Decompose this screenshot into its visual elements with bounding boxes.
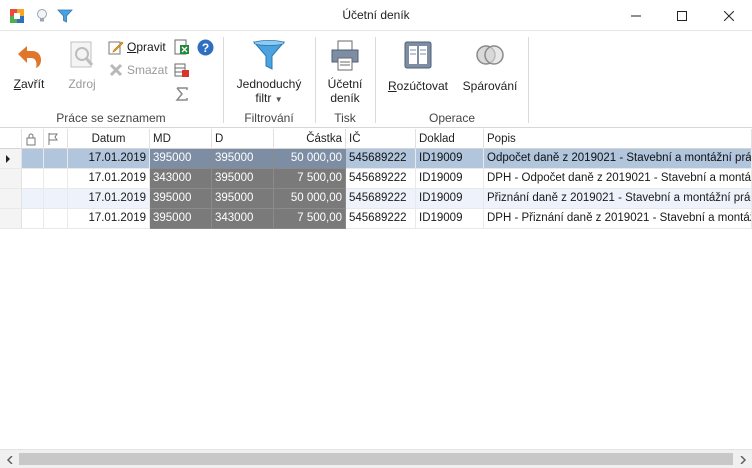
ribbon-toolbar: Zavřít Zdroj Opravit Smazat ? Práce se s… xyxy=(0,31,752,128)
title-bar: Účetní deník xyxy=(0,0,752,31)
split-document-icon xyxy=(404,41,432,69)
header-popis[interactable]: Popis xyxy=(484,129,752,149)
ribbon-separator xyxy=(528,37,529,123)
cell-d[interactable]: 395000 xyxy=(212,169,274,189)
header-doklad[interactable]: Doklad xyxy=(416,129,484,149)
journal-print-button[interactable]: Účetní deník xyxy=(322,39,368,105)
cell-doklad[interactable]: ID19009 xyxy=(416,189,484,209)
minimize-button[interactable] xyxy=(613,0,659,31)
export-excel-icon xyxy=(174,39,189,55)
link-circles-icon xyxy=(476,45,504,65)
table-settings-icon xyxy=(174,63,189,77)
cell-md[interactable]: 395000 xyxy=(150,209,212,229)
edit-button[interactable]: Opravit xyxy=(108,38,166,56)
scroll-left-button[interactable] xyxy=(0,450,19,468)
cell-ic[interactable]: 545689222 xyxy=(346,209,416,229)
cell-d[interactable]: 395000 xyxy=(212,149,274,169)
scrollbar-thumb[interactable] xyxy=(19,453,733,465)
columns-settings-button[interactable] xyxy=(174,61,190,79)
cell-castka[interactable]: 50 000,00 xyxy=(274,149,346,169)
group-label-operations: Operace xyxy=(428,111,476,125)
matching-button[interactable]: Spárování xyxy=(458,39,522,93)
cell-popis[interactable]: DPH - Odpočet daně z 2019021 - Stavební … xyxy=(484,169,752,189)
back-arrow-icon xyxy=(18,46,41,68)
current-row-arrow-icon xyxy=(6,155,10,163)
table-row[interactable]: 17.01.2019 395000 395000 50 000,00 54568… xyxy=(0,149,752,169)
scroll-right-button[interactable] xyxy=(733,450,752,468)
cell-md[interactable]: 395000 xyxy=(150,149,212,169)
row-indicator xyxy=(0,189,22,209)
group-label-list: Práce se seznamem xyxy=(56,111,166,125)
magnifier-document-icon xyxy=(70,41,94,68)
row-indicator xyxy=(0,169,22,189)
cell-castka[interactable]: 7 500,00 xyxy=(274,209,346,229)
header-d[interactable]: D xyxy=(212,129,274,149)
cell-doklad[interactable]: ID19009 xyxy=(416,209,484,229)
table-row[interactable]: 17.01.2019 343000 395000 7 500,00 545689… xyxy=(0,169,752,189)
cell-datum[interactable]: 17.01.2019 xyxy=(68,169,150,189)
cell-md[interactable]: 395000 xyxy=(150,189,212,209)
cell-ic[interactable]: 545689222 xyxy=(346,169,416,189)
maximize-button[interactable] xyxy=(659,0,705,31)
cell-d[interactable]: 343000 xyxy=(212,209,274,229)
row-indicator xyxy=(0,149,22,169)
row-indicator xyxy=(0,209,22,229)
cell-popis[interactable]: Přiznání daně z 2019021 - Stavební a mon… xyxy=(484,189,752,209)
cell-doklad[interactable]: ID19009 xyxy=(416,169,484,189)
table-row[interactable]: 17.01.2019 395000 343000 7 500,00 545689… xyxy=(0,209,752,229)
cell-castka[interactable]: 50 000,00 xyxy=(274,189,346,209)
header-lock-column[interactable] xyxy=(22,129,44,149)
grid-header: Datum MD D Částka IČ Doklad Popis xyxy=(0,129,752,149)
help-icon: ? xyxy=(197,39,214,55)
close-button[interactable]: Zavřít xyxy=(8,41,50,91)
cell-popis[interactable]: DPH - Přiznání daně z 2019021 - Stavební… xyxy=(484,209,752,229)
delete-x-icon xyxy=(109,63,123,77)
help-button[interactable]: ? xyxy=(197,38,214,56)
cell-d[interactable]: 395000 xyxy=(212,189,274,209)
cell-popis[interactable]: Odpočet daně z 2019021 - Stavební a mont… xyxy=(484,149,752,169)
horizontal-scrollbar[interactable] xyxy=(0,449,752,468)
cell-castka[interactable]: 7 500,00 xyxy=(274,169,346,189)
delete-button[interactable]: Smazat xyxy=(108,61,168,79)
ribbon-separator xyxy=(375,37,376,123)
lock-icon xyxy=(26,133,36,146)
cell-ic[interactable]: 545689222 xyxy=(346,189,416,209)
group-label-filter: Filtrování xyxy=(244,111,294,125)
sigma-icon xyxy=(175,87,188,101)
chevron-down-icon: ▼ xyxy=(274,95,283,104)
journal-grid[interactable]: Datum MD D Částka IČ Doklad Popis 17.01.… xyxy=(0,129,752,449)
header-castka[interactable]: Částka xyxy=(274,129,346,149)
table-row[interactable]: 17.01.2019 395000 395000 50 000,00 54568… xyxy=(0,189,752,209)
source-button[interactable]: Zdroj xyxy=(62,39,102,91)
header-md[interactable]: MD xyxy=(150,129,212,149)
header-datum[interactable]: Datum xyxy=(68,129,150,149)
header-ic[interactable]: IČ xyxy=(346,129,416,149)
header-flag-column[interactable] xyxy=(44,129,68,149)
export-excel-button[interactable] xyxy=(174,38,190,56)
cell-datum[interactable]: 17.01.2019 xyxy=(68,149,150,169)
funnel-icon xyxy=(252,40,286,70)
simple-filter-button[interactable]: Jednoduchý filtr ▼ xyxy=(230,39,308,107)
cell-ic[interactable]: 545689222 xyxy=(346,149,416,169)
cell-datum[interactable]: 17.01.2019 xyxy=(68,209,150,229)
printer-icon xyxy=(331,40,359,71)
cell-datum[interactable]: 17.01.2019 xyxy=(68,189,150,209)
sum-button[interactable] xyxy=(174,85,190,103)
svg-text:?: ? xyxy=(202,41,209,55)
flag-icon xyxy=(48,133,58,145)
close-window-button[interactable] xyxy=(706,0,752,31)
cell-doklad[interactable]: ID19009 xyxy=(416,149,484,169)
edit-pencil-icon xyxy=(108,41,124,55)
cell-md[interactable]: 343000 xyxy=(150,169,212,189)
group-label-print: Tisk xyxy=(334,111,356,125)
header-indicator xyxy=(0,129,22,149)
posting-button[interactable]: Rozúčtovat xyxy=(386,39,450,93)
